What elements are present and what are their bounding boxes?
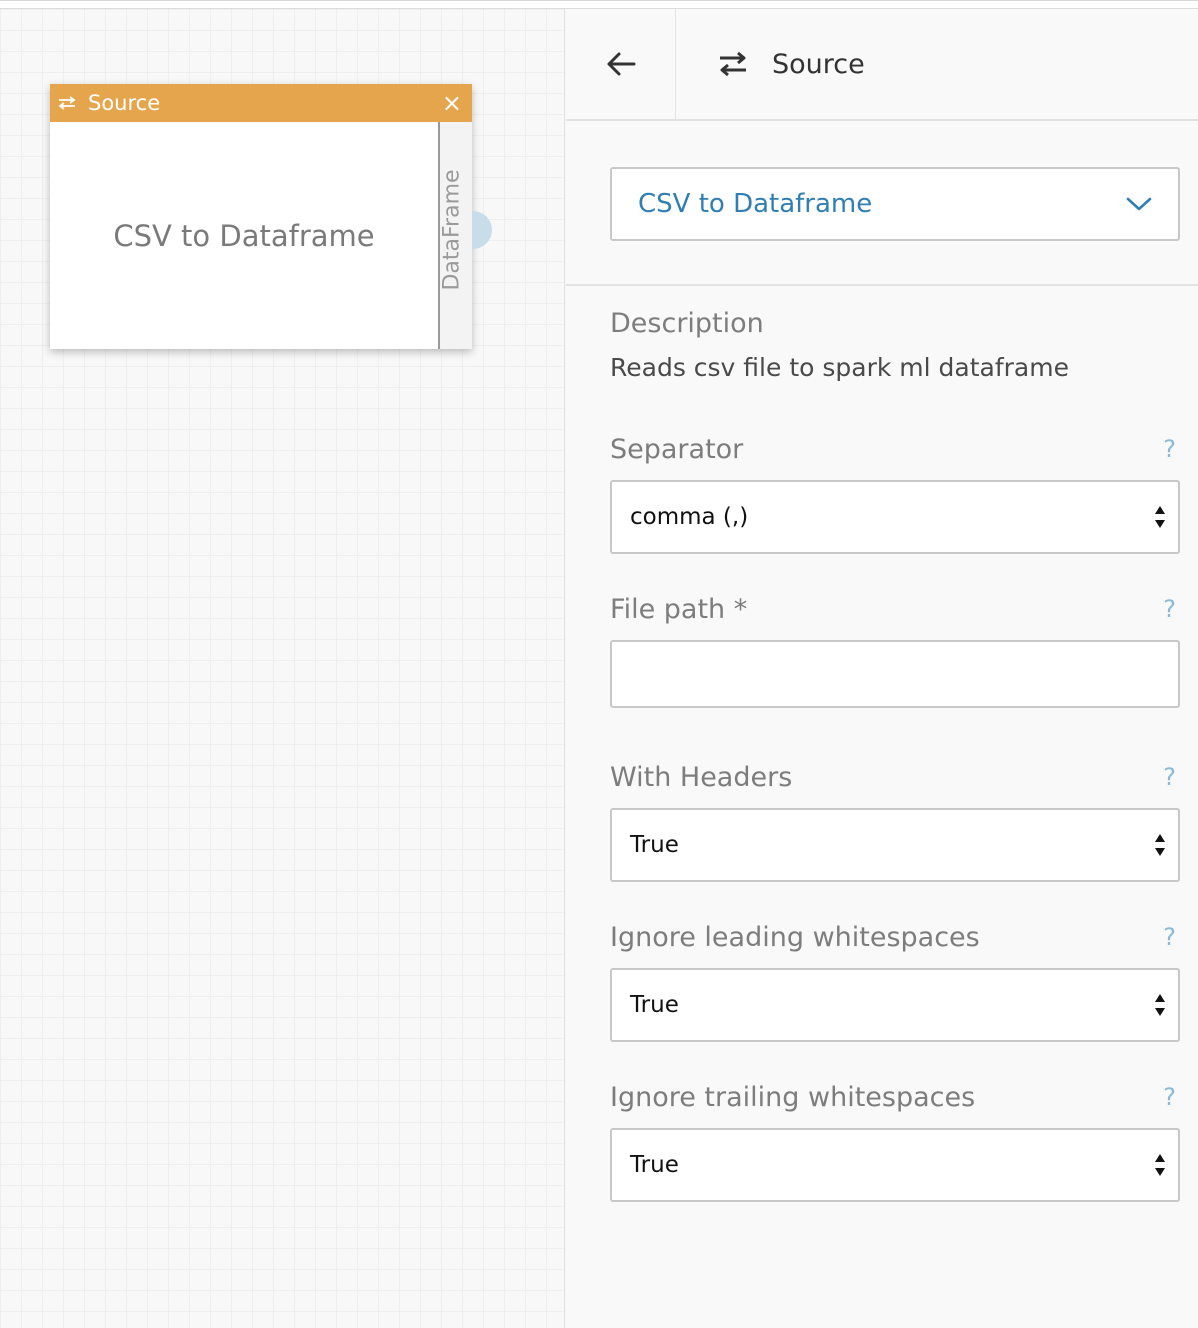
output-port-bar: DataFrame — [438, 122, 472, 349]
help-icon[interactable]: ? — [1163, 763, 1180, 791]
ignore-trailing-field: Ignore trailing whitespaces ? True — [610, 1082, 1180, 1202]
help-icon[interactable]: ? — [1163, 1083, 1180, 1111]
separator-select-value: comma (,) — [630, 504, 749, 530]
chevron-down-icon — [1126, 197, 1152, 211]
help-icon[interactable]: ? — [1163, 595, 1180, 623]
properties-panel: Source CSV to Dataframe Description Read… — [566, 9, 1198, 1328]
help-icon[interactable]: ? — [1163, 435, 1180, 463]
panel-title-group: Source — [676, 49, 865, 80]
ignore-trailing-label: Ignore trailing whitespaces — [610, 1081, 976, 1113]
swap-arrows-icon — [58, 96, 76, 110]
select-arrows-icon — [1154, 833, 1166, 857]
separator-field: Separator ? comma (,) — [610, 434, 1180, 554]
description-title: Description — [610, 308, 764, 339]
select-arrows-icon — [1154, 993, 1166, 1017]
output-port-label: DataFrame — [439, 169, 465, 291]
with-headers-label: With Headers — [610, 761, 793, 793]
panel-title: Source — [772, 48, 865, 80]
source-node[interactable]: Source × CSV to Dataframe DataFrame — [50, 84, 472, 349]
ignore-trailing-select[interactable]: True — [610, 1128, 1180, 1202]
node-title: Source — [88, 91, 161, 115]
operation-section: CSV to Dataframe — [566, 121, 1198, 286]
description-text: Reads csv file to spark ml dataframe — [610, 353, 1069, 382]
ignore-leading-select[interactable]: True — [610, 968, 1180, 1042]
select-arrows-icon — [1154, 505, 1166, 529]
operation-dropdown-value: CSV to Dataframe — [638, 189, 873, 219]
output-port-handle[interactable] — [472, 211, 492, 249]
panel-header: Source — [566, 9, 1198, 121]
node-body: CSV to Dataframe DataFrame — [50, 122, 472, 349]
workflow-canvas[interactable]: Source × CSV to Dataframe DataFrame — [0, 9, 565, 1328]
swap-arrows-icon — [718, 50, 748, 78]
file-path-field: File path * ? — [610, 594, 1180, 708]
ignore-leading-field: Ignore leading whitespaces ? True — [610, 922, 1180, 1042]
with-headers-select-value: True — [630, 832, 679, 858]
ignore-leading-label: Ignore leading whitespaces — [610, 921, 980, 953]
ignore-leading-select-value: True — [630, 992, 679, 1018]
node-operation-label: CSV to Dataframe — [113, 218, 375, 253]
separator-label: Separator — [610, 433, 744, 465]
separator-select[interactable]: comma (,) — [610, 480, 1180, 554]
arrow-left-icon — [607, 52, 635, 76]
with-headers-select[interactable]: True — [610, 808, 1180, 882]
select-arrows-icon — [1154, 1153, 1166, 1177]
node-header[interactable]: Source × — [50, 84, 472, 122]
back-button[interactable] — [566, 9, 676, 119]
help-icon[interactable]: ? — [1163, 923, 1180, 951]
file-path-input[interactable] — [610, 640, 1180, 708]
top-bar — [0, 1, 1198, 9]
app-window: Source × CSV to Dataframe DataFrame Sour… — [0, 0, 1198, 1328]
close-icon[interactable]: × — [442, 91, 462, 115]
operation-dropdown[interactable]: CSV to Dataframe — [610, 167, 1180, 241]
ignore-trailing-select-value: True — [630, 1152, 679, 1178]
with-headers-field: With Headers ? True — [610, 762, 1180, 882]
parameters-form: Description Reads csv file to spark ml d… — [566, 286, 1198, 1202]
file-path-label: File path * — [610, 593, 748, 625]
